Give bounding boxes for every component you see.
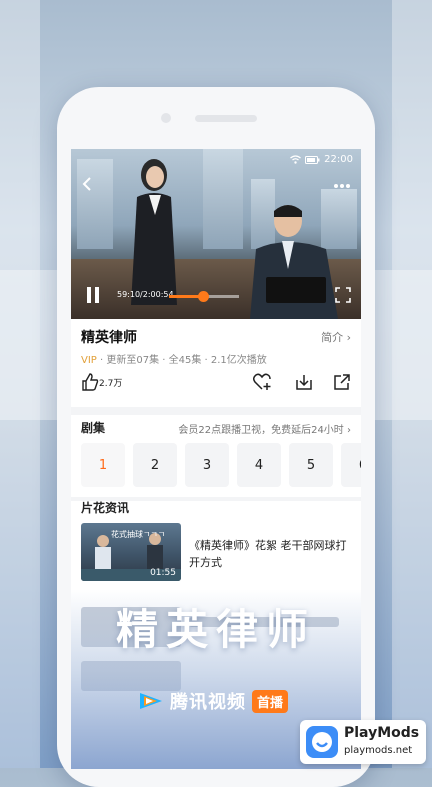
chevron-right-icon: › <box>347 425 351 436</box>
episode-button[interactable]: 4 <box>237 443 281 487</box>
brand-name: 腾讯视频 <box>170 692 246 713</box>
episode-list: 123456 <box>81 443 361 491</box>
clip-thumbnail[interactable]: 花式抽球ㄱㄱㄱ 01:55 <box>81 523 181 581</box>
like-count: 2.7万 <box>99 378 123 389</box>
episode-button[interactable]: 2 <box>133 443 177 487</box>
intro-link[interactable]: 简介 › <box>321 329 351 345</box>
pause-icon[interactable] <box>87 287 99 303</box>
background-shelf-left <box>0 270 60 420</box>
clip-title[interactable]: 《精英律师》花絮 老干部网球打开方式 <box>189 537 349 571</box>
actress-figure <box>131 159 177 305</box>
wifi-icon <box>290 155 302 164</box>
watermark-url: playmods.net <box>344 745 413 756</box>
show-title: 精英律师 <box>81 330 137 346</box>
status-time: 22:00 <box>324 154 353 165</box>
episode-button[interactable]: 6 <box>341 443 361 487</box>
watermark-title: PlayMods <box>344 725 420 741</box>
clips-title: 片花资讯 <box>81 501 130 515</box>
intro-label: 简介 <box>321 331 344 344</box>
show-meta-text: · 更新至07集 · 全45集 · 2.1亿次播放 <box>96 355 267 366</box>
status-bar: 22:00 <box>290 154 353 165</box>
chevron-right-icon: › <box>346 331 351 344</box>
app-screen: 22:00 59:10/2:00:54 精英律师 简介 › VIP · 更新至0… <box>71 149 361 769</box>
playmods-logo-icon <box>306 726 338 758</box>
back-icon[interactable] <box>81 177 93 191</box>
video-timecode: 59:10/2:00:54 <box>117 290 174 299</box>
section-divider <box>71 407 361 415</box>
add-favorite-icon[interactable] <box>253 373 273 391</box>
fullscreen-icon[interactable] <box>335 287 351 303</box>
clip-duration: 01:55 <box>150 568 176 578</box>
video-progress-bar[interactable] <box>169 291 239 302</box>
background-building <box>77 159 113 249</box>
video-player[interactable]: 22:00 59:10/2:00:54 <box>71 149 361 319</box>
episode-button[interactable]: 1 <box>81 443 125 487</box>
phone-mockup: 22:00 59:10/2:00:54 精英律师 简介 › VIP · 更新至0… <box>57 87 375 787</box>
tencent-video-logo-icon <box>140 693 162 709</box>
phone-camera <box>161 113 171 123</box>
clip-thumb-caption: 花式抽球ㄱㄱㄱ <box>111 530 166 539</box>
vip-badge: VIP <box>81 355 97 366</box>
episodes-schedule-note: 会员22点跟播卫视，免费延后24小时 <box>178 425 344 436</box>
share-icon[interactable] <box>333 373 351 391</box>
like-button[interactable]: 2.7万 <box>81 373 122 391</box>
premiere-badge: 首播 <box>252 689 289 713</box>
actor-figure <box>250 205 338 319</box>
playmods-watermark: PlayMods playmods.net <box>300 720 426 764</box>
show-meta: VIP · 更新至07集 · 全45集 · 2.1亿次播放 <box>81 351 267 366</box>
thumbs-up-icon <box>82 373 99 391</box>
episode-button[interactable]: 5 <box>289 443 333 487</box>
video-progress-knob[interactable] <box>197 291 209 302</box>
battery-icon <box>305 155 320 164</box>
promo-headline: 精英律师 <box>115 605 316 654</box>
action-bar: 2.7万 <box>81 373 351 399</box>
episode-button[interactable]: 3 <box>185 443 229 487</box>
download-icon[interactable] <box>295 373 313 391</box>
more-icon[interactable] <box>333 183 351 189</box>
background-shelf-right <box>372 270 432 420</box>
episodes-schedule-link[interactable]: 会员22点跟播卫视，免费延后24小时 › <box>178 421 351 436</box>
phone-speaker <box>195 115 257 122</box>
background-building <box>203 149 243 249</box>
episodes-title: 剧集 <box>81 421 106 435</box>
brand-logo: 腾讯视频 首播 <box>138 688 289 714</box>
